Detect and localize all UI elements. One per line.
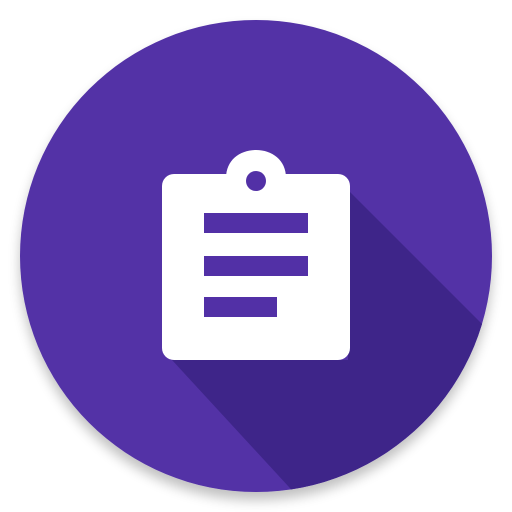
clipboard-line-3 (204, 297, 277, 317)
clipboard-clip-hole (246, 171, 266, 191)
clipboard-icon (162, 150, 350, 360)
clipboard-line-1 (204, 213, 308, 233)
clipboard-app-icon-graphic (20, 20, 492, 492)
clipboard-line-2 (204, 256, 308, 276)
app-launcher-icon[interactable] (0, 0, 512, 512)
